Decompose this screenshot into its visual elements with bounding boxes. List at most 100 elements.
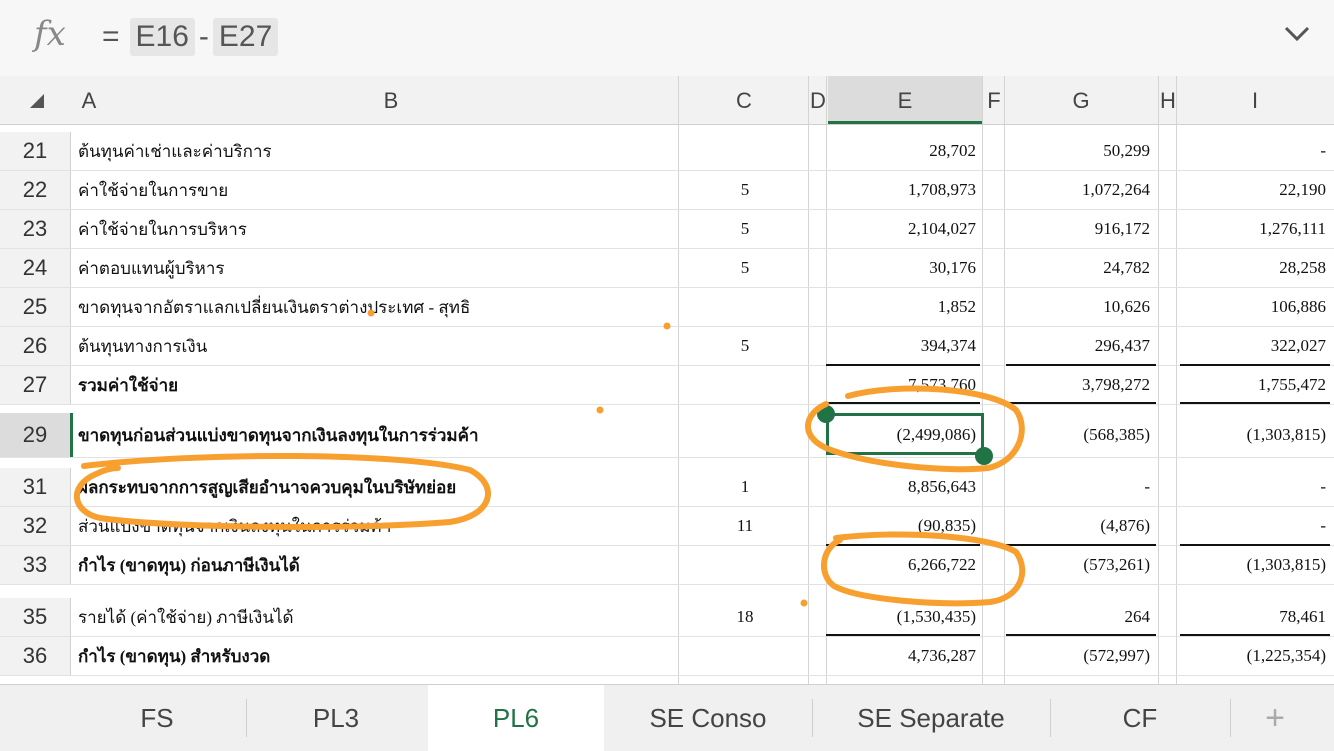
cell-e[interactable]: 2,104,027 xyxy=(826,210,976,248)
cell-c[interactable] xyxy=(680,366,810,404)
cell-g[interactable]: (4,876) xyxy=(1000,507,1150,545)
row-header[interactable]: 23 xyxy=(0,210,71,248)
cell-g[interactable]: (568,385) xyxy=(1000,413,1150,457)
cell-b[interactable]: ค่าใช้จ่ายในการขาย xyxy=(78,171,678,209)
row-header[interactable]: 25 xyxy=(0,288,71,326)
cell-i[interactable]: 1,755,472 xyxy=(1176,366,1326,404)
cell-b[interactable]: ขาดทุนก่อนส่วนแบ่งขาดทุนจากเงินลงทุนในกา… xyxy=(78,413,678,457)
table-row[interactable]: 26 ต้นทุนทางการเงิน 5 394,374 296,437 32… xyxy=(0,327,1334,366)
cell-b[interactable]: ผลกระทบจากการสูญเสียอำนาจควบคุมในบริษัทย… xyxy=(78,468,678,506)
cell-c[interactable] xyxy=(680,546,810,584)
cell-e[interactable]: 8,856,643 xyxy=(826,468,976,506)
table-row[interactable]: 35 รายได้ (ค่าใช้จ่าย) ภาษีเงินได้ 18 (1… xyxy=(0,598,1334,637)
cell-b[interactable]: ค่าใช้จ่ายในการบริหาร xyxy=(78,210,678,248)
column-header-b[interactable]: B xyxy=(104,76,678,124)
selected-cell-e29[interactable] xyxy=(826,413,984,455)
column-header-d[interactable]: D xyxy=(808,76,828,124)
cell-c[interactable]: 5 xyxy=(680,249,810,287)
add-sheet-icon[interactable]: + xyxy=(1232,685,1318,751)
row-header-selected[interactable]: 29 xyxy=(0,413,73,457)
cell-e[interactable]: 28,702 xyxy=(826,132,976,170)
formula-bar[interactable]: fx = E16 - E27 xyxy=(0,0,1334,76)
cell-c[interactable]: 5 xyxy=(680,171,810,209)
tab-cf[interactable]: CF xyxy=(1052,685,1228,751)
cell-i[interactable]: (1,225,354) xyxy=(1176,637,1326,675)
cell-g[interactable]: 24,782 xyxy=(1000,249,1150,287)
cell-c[interactable] xyxy=(680,413,810,457)
cell-b[interactable]: รวมค่าใช้จ่าย xyxy=(78,366,678,404)
row-header[interactable]: 33 xyxy=(0,546,71,584)
cell-e[interactable]: 30,176 xyxy=(826,249,976,287)
table-row[interactable]: 36 กำไร (ขาดทุน) สำหรับงวด 4,736,287 (57… xyxy=(0,637,1334,676)
function-icon[interactable]: fx xyxy=(34,14,66,54)
cell-b[interactable]: ต้นทุนค่าเช่าและค่าบริการ xyxy=(78,132,678,170)
row-header[interactable]: 35 xyxy=(0,598,71,636)
row-header[interactable]: 22 xyxy=(0,171,71,209)
cell-g[interactable]: 10,626 xyxy=(1000,288,1150,326)
cell-i[interactable]: 78,461 xyxy=(1176,598,1326,636)
cell-g[interactable]: 916,172 xyxy=(1000,210,1150,248)
cell-b[interactable]: ต้นทุนทางการเงิน xyxy=(78,327,678,365)
cell-c[interactable]: 1 xyxy=(680,468,810,506)
table-row[interactable]: 27 รวมค่าใช้จ่าย 7,573,760 3,798,272 1,7… xyxy=(0,366,1334,405)
row-header[interactable]: 24 xyxy=(0,249,71,287)
table-row[interactable]: 33 กำไร (ขาดทุน) ก่อนภาษีเงินได้ 6,266,7… xyxy=(0,546,1334,585)
row-header[interactable]: 36 xyxy=(0,637,71,675)
row-header[interactable]: 32 xyxy=(0,507,71,545)
table-row[interactable]: 22 ค่าใช้จ่ายในการขาย 5 1,708,973 1,072,… xyxy=(0,171,1334,210)
cell-b[interactable]: ขาดทุนจากอัตราแลกเปลี่ยนเงินตราต่างประเท… xyxy=(78,288,678,326)
selection-handle-bottom-right[interactable] xyxy=(975,447,993,465)
cell-c[interactable]: 11 xyxy=(680,507,810,545)
row-header[interactable]: 27 xyxy=(0,366,71,404)
cell-i[interactable]: (1,303,815) xyxy=(1176,546,1326,584)
spreadsheet-grid[interactable]: 21 ต้นทุนค่าเช่าและค่าบริการ 28,702 50,2… xyxy=(0,124,1334,684)
selection-handle-top-left[interactable] xyxy=(817,405,835,423)
row-header[interactable]: 21 xyxy=(0,132,71,170)
cell-e[interactable]: (90,835) xyxy=(826,507,976,545)
column-header-e[interactable]: E xyxy=(828,76,982,124)
cell-g[interactable]: 3,798,272 xyxy=(1000,366,1150,404)
column-header-a[interactable]: A xyxy=(74,76,104,124)
tab-se-conso[interactable]: SE Conso xyxy=(606,685,810,751)
cell-e[interactable]: 7,573,760 xyxy=(826,366,976,404)
cell-b[interactable]: กำไร (ขาดทุน) ก่อนภาษีเงินได้ xyxy=(78,546,678,584)
cell-i[interactable]: 22,190 xyxy=(1176,171,1326,209)
chevron-down-icon[interactable] xyxy=(1282,22,1312,46)
cell-c[interactable] xyxy=(680,132,810,170)
cell-g[interactable]: (572,997) xyxy=(1000,637,1150,675)
column-header-g[interactable]: G xyxy=(1006,76,1156,124)
cell-g[interactable]: 1,072,264 xyxy=(1000,171,1150,209)
table-row[interactable]: 29 ขาดทุนก่อนส่วนแบ่งขาดทุนจากเงินลงทุนใ… xyxy=(0,413,1334,458)
cell-b[interactable]: ค่าตอบแทนผู้บริหาร xyxy=(78,249,678,287)
column-header-i[interactable]: I xyxy=(1180,76,1330,124)
formula-text[interactable]: = E16 - E27 xyxy=(102,18,282,56)
table-row[interactable]: 24 ค่าตอบแทนผู้บริหาร 5 30,176 24,782 28… xyxy=(0,249,1334,288)
cell-i[interactable]: 106,886 xyxy=(1176,288,1326,326)
cell-g[interactable]: - xyxy=(1000,468,1150,506)
row-header[interactable]: 26 xyxy=(0,327,71,365)
cell-g[interactable]: 264 xyxy=(1000,598,1151,636)
table-row[interactable]: 32 ส่วนแบ่งขาดทุนจากเงินลงทุนในการร่วมค้… xyxy=(0,507,1334,546)
cell-e[interactable]: 1,708,973 xyxy=(826,171,976,209)
cell-e[interactable]: (1,530,435) xyxy=(826,598,976,636)
tab-fs[interactable]: FS xyxy=(70,685,244,751)
cell-g[interactable]: (573,261) xyxy=(1000,546,1150,584)
column-header-f[interactable]: F xyxy=(982,76,1006,124)
cell-c[interactable] xyxy=(680,288,810,326)
cell-i[interactable]: 1,276,111 xyxy=(1176,210,1326,248)
cell-b[interactable]: ส่วนแบ่งขาดทุนจากเงินลงทุนในการร่วมค้า xyxy=(78,507,678,545)
tab-pl6[interactable]: PL6 xyxy=(428,685,604,751)
table-row[interactable]: 31 ผลกระทบจากการสูญเสียอำนาจควบคุมในบริษ… xyxy=(0,468,1334,507)
cell-c[interactable] xyxy=(680,637,810,675)
cell-e[interactable]: 6,266,722 xyxy=(826,546,976,584)
table-row[interactable]: 21 ต้นทุนค่าเช่าและค่าบริการ 28,702 50,2… xyxy=(0,132,1334,171)
select-all-icon[interactable] xyxy=(30,94,44,108)
cell-c[interactable]: 5 xyxy=(680,327,810,365)
cell-c[interactable]: 18 xyxy=(680,598,810,636)
cell-g[interactable]: 296,437 xyxy=(1000,327,1150,365)
cell-i[interactable]: (1,303,815) xyxy=(1176,413,1326,457)
tab-se-separate[interactable]: SE Separate xyxy=(814,685,1048,751)
cell-e[interactable]: 4,736,287 xyxy=(826,637,976,675)
cell-i[interactable]: - xyxy=(1176,468,1326,506)
cell-i[interactable]: - xyxy=(1176,507,1326,545)
